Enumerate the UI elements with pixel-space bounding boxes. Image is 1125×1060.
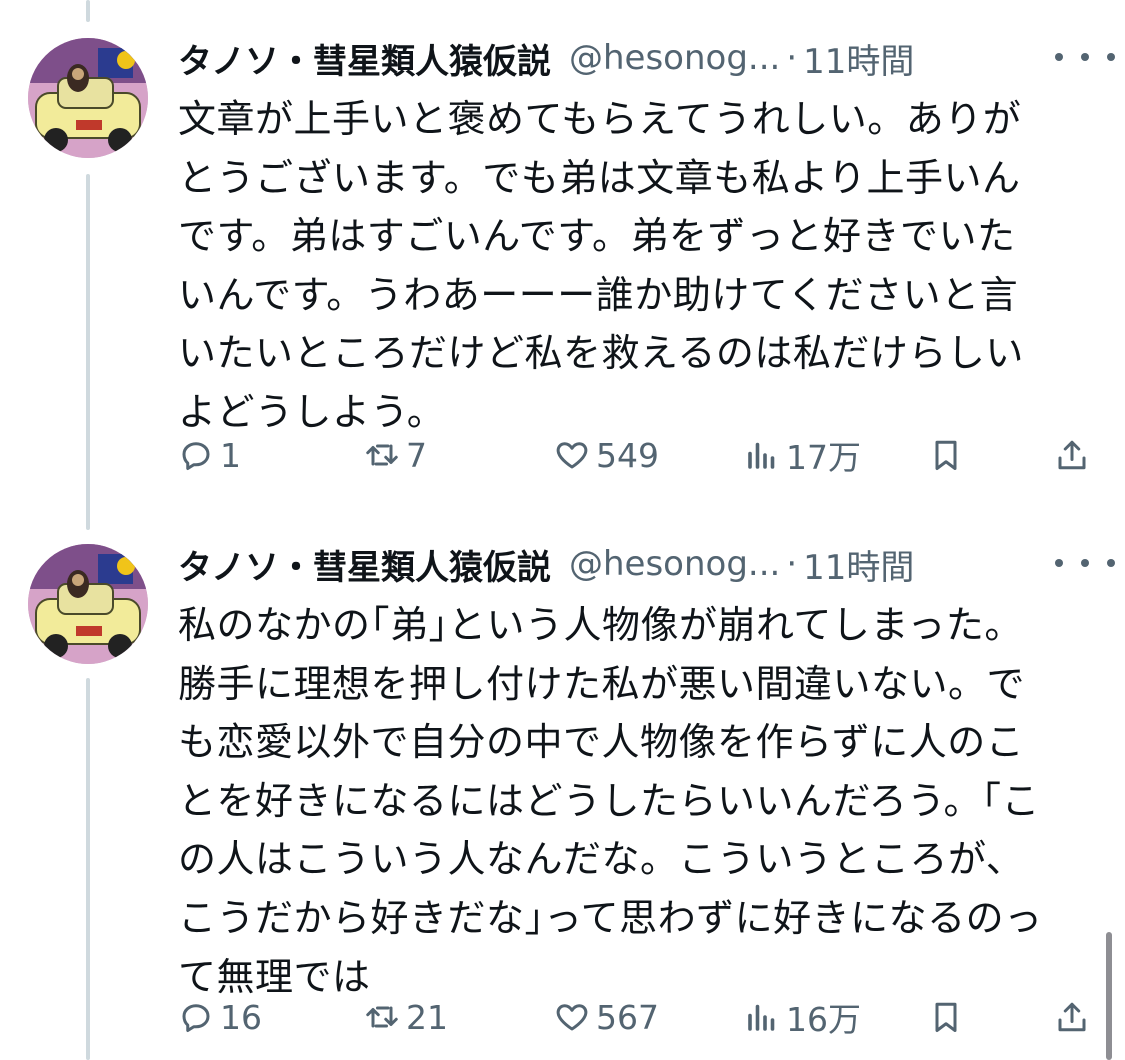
retweet-icon bbox=[366, 1006, 398, 1028]
avatar-image bbox=[28, 38, 148, 158]
thread-line-top bbox=[86, 0, 90, 22]
bookmark-icon bbox=[935, 440, 957, 470]
views-chart-icon bbox=[748, 1004, 775, 1031]
avatar[interactable] bbox=[28, 544, 148, 664]
heart-icon bbox=[556, 1004, 588, 1031]
retweet-button[interactable]: 7 bbox=[364, 430, 427, 480]
timestamp[interactable]: 11時間 bbox=[803, 540, 914, 589]
user-handle[interactable]: @hesonog... bbox=[569, 38, 780, 78]
avatar-image bbox=[28, 544, 148, 664]
timestamp[interactable]: 11時間 bbox=[803, 34, 914, 83]
tweet-2[interactable]: タノソ・彗星類人猿仮説 @hesonog... · 11時間 私のなかの｢弟｣と… bbox=[0, 534, 1125, 1060]
views-chart-icon bbox=[748, 442, 775, 469]
action-bar: 1 7 549 17万 bbox=[178, 430, 1098, 480]
retweet-icon bbox=[366, 444, 398, 466]
reply-count: 1 bbox=[220, 435, 241, 475]
share-button[interactable] bbox=[1054, 992, 1096, 1042]
view-count: 16万 bbox=[786, 1000, 861, 1039]
bookmark-button[interactable] bbox=[928, 430, 970, 480]
action-bar: 16 21 567 16万 bbox=[178, 992, 1098, 1042]
like-count: 549 bbox=[596, 435, 659, 475]
views-button[interactable]: 17万 bbox=[744, 430, 861, 480]
like-button[interactable]: 567 bbox=[554, 992, 659, 1042]
share-button[interactable] bbox=[1054, 430, 1096, 480]
retweet-count: 7 bbox=[406, 435, 427, 475]
bookmark-icon bbox=[935, 1002, 957, 1032]
share-icon bbox=[1058, 440, 1086, 470]
tweet-text: 私のなかの｢弟｣という人物像が崩れてしまった。 勝手に理想を押し付けた私が悪い間… bbox=[178, 603, 1043, 999]
reply-button[interactable]: 16 bbox=[178, 992, 262, 1042]
heart-icon bbox=[556, 442, 588, 469]
view-count: 17万 bbox=[786, 438, 861, 477]
reply-icon bbox=[182, 1004, 210, 1032]
tweet-text: 文章が上手いと褒めてもらえてうれしい。ありが とうございます。でも弟は文章も私よ… bbox=[178, 97, 1024, 434]
separator-dot: · bbox=[786, 38, 798, 78]
reply-count: 16 bbox=[220, 997, 262, 1037]
views-button[interactable]: 16万 bbox=[744, 992, 861, 1042]
reply-icon bbox=[182, 442, 210, 470]
tweet-1[interactable]: タノソ・彗星類人猿仮説 @hesonog... · 11時間 文章が上手いと褒め… bbox=[0, 28, 1125, 498]
more-icon[interactable] bbox=[1055, 42, 1115, 72]
avatar[interactable] bbox=[28, 38, 148, 158]
reply-button[interactable]: 1 bbox=[178, 430, 241, 480]
more-icon[interactable] bbox=[1055, 548, 1115, 578]
scrollbar[interactable] bbox=[1106, 932, 1112, 1060]
like-button[interactable]: 549 bbox=[554, 430, 659, 480]
retweet-count: 21 bbox=[406, 997, 448, 1037]
separator-dot: · bbox=[786, 544, 798, 584]
user-handle[interactable]: @hesonog... bbox=[569, 544, 780, 584]
tweet-header: タノソ・彗星類人猿仮説 @hesonog... · 11時間 bbox=[178, 28, 1105, 88]
display-name[interactable]: タノソ・彗星類人猿仮説 bbox=[178, 34, 551, 83]
tweet-header: タノソ・彗星類人猿仮説 @hesonog... · 11時間 bbox=[178, 534, 1105, 594]
display-name[interactable]: タノソ・彗星類人猿仮説 bbox=[178, 540, 551, 589]
bookmark-button[interactable] bbox=[928, 992, 970, 1042]
retweet-button[interactable]: 21 bbox=[364, 992, 448, 1042]
share-icon bbox=[1058, 1002, 1086, 1032]
like-count: 567 bbox=[596, 997, 659, 1037]
